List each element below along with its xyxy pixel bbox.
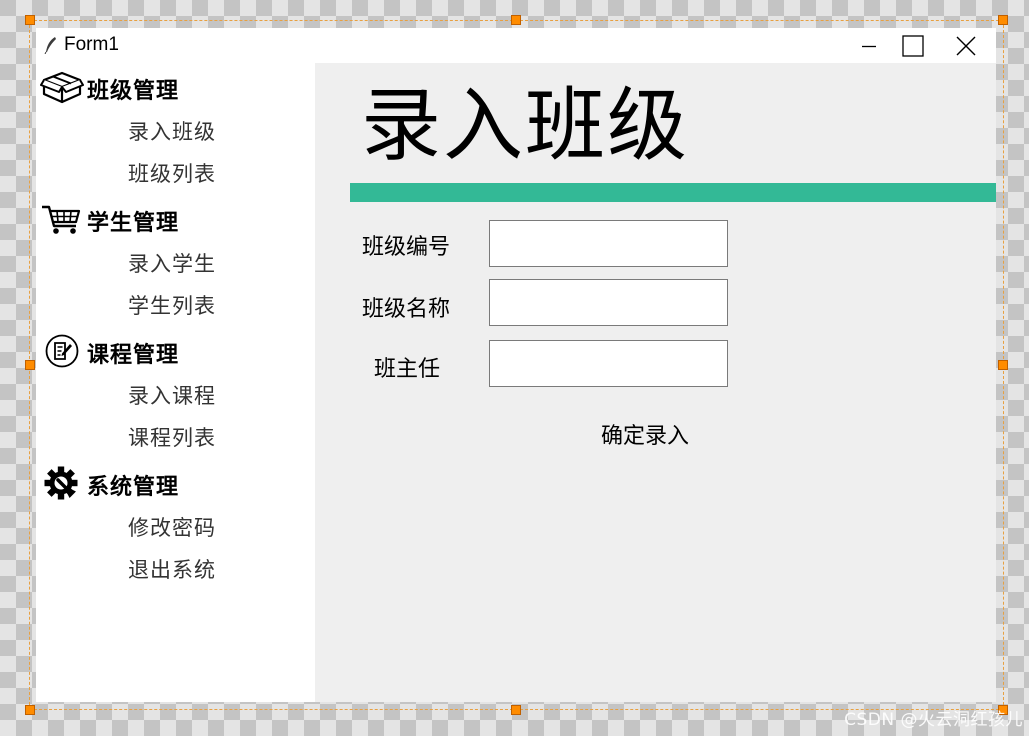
resize-handle-right[interactable]: [998, 360, 1008, 370]
sidebar: 班级管理 录入班级 班级列表 学生管理 录入学生 学生列表 课程管理 录入课程 …: [36, 63, 315, 702]
class-name-label: 班级名称: [362, 297, 451, 322]
sidebar-category-label: 班级管理: [87, 79, 180, 104]
head-teacher-input[interactable]: [489, 340, 728, 387]
resize-handle-left[interactable]: [25, 360, 35, 370]
sidebar-item-add-course[interactable]: 录入课程: [128, 380, 216, 410]
sidebar-category-class[interactable]: 班级管理: [36, 67, 315, 107]
form-window: Form1 班级管理 录入班级 班级列表 学生管理 录入学生 学生列表 课程管理…: [36, 28, 996, 702]
head-teacher-label: 班主任: [374, 357, 441, 382]
resize-handle-top-left[interactable]: [25, 15, 35, 25]
sidebar-item-add-student[interactable]: 录入学生: [128, 248, 216, 278]
accent-bar: [350, 183, 996, 202]
sidebar-item-class-list[interactable]: 班级列表: [128, 158, 216, 188]
resize-handle-bottom-left[interactable]: [25, 705, 35, 715]
page-title: 录入班级: [361, 79, 689, 172]
sidebar-item-exit-system[interactable]: 退出系统: [128, 554, 216, 584]
shopping-cart-icon: [42, 205, 81, 234]
resize-handle-top[interactable]: [511, 15, 521, 25]
sidebar-category-system[interactable]: 系统管理: [36, 463, 315, 503]
class-name-input[interactable]: [489, 279, 728, 326]
sidebar-item-add-class[interactable]: 录入班级: [128, 116, 216, 146]
close-button[interactable]: [941, 28, 991, 63]
sidebar-category-label: 学生管理: [87, 211, 180, 236]
watermark: CSDN @火云洞红孩儿: [844, 710, 1023, 730]
class-number-input[interactable]: [489, 220, 728, 267]
sidebar-category-label: 课程管理: [87, 343, 180, 368]
edit-document-icon: [45, 334, 79, 368]
title-bar[interactable]: Form1: [36, 28, 996, 63]
minimize-button[interactable]: [844, 28, 894, 63]
close-icon: [956, 36, 976, 55]
confirm-submit-button[interactable]: 确定录入: [575, 418, 715, 450]
sidebar-item-course-list[interactable]: 课程列表: [128, 422, 216, 452]
sidebar-item-change-password[interactable]: 修改密码: [128, 512, 216, 542]
sidebar-item-student-list[interactable]: 学生列表: [128, 290, 216, 320]
maximize-icon: [902, 34, 924, 57]
window-title: Form1: [64, 34, 119, 55]
class-number-label: 班级编号: [362, 235, 451, 260]
resize-handle-bottom[interactable]: [511, 705, 521, 715]
feather-app-icon: [44, 37, 56, 54]
sidebar-category-course[interactable]: 课程管理: [36, 331, 315, 371]
main-content: 录入班级 班级编号 班级名称 班主任 确定录入: [315, 63, 996, 702]
sidebar-category-student[interactable]: 学生管理: [36, 199, 315, 239]
resize-handle-top-right[interactable]: [998, 15, 1008, 25]
gear-wrench-icon: [44, 466, 78, 500]
sidebar-category-label: 系统管理: [87, 475, 180, 500]
minimize-icon: [862, 45, 876, 47]
package-icon: [40, 71, 84, 104]
maximize-button[interactable]: [888, 28, 938, 63]
